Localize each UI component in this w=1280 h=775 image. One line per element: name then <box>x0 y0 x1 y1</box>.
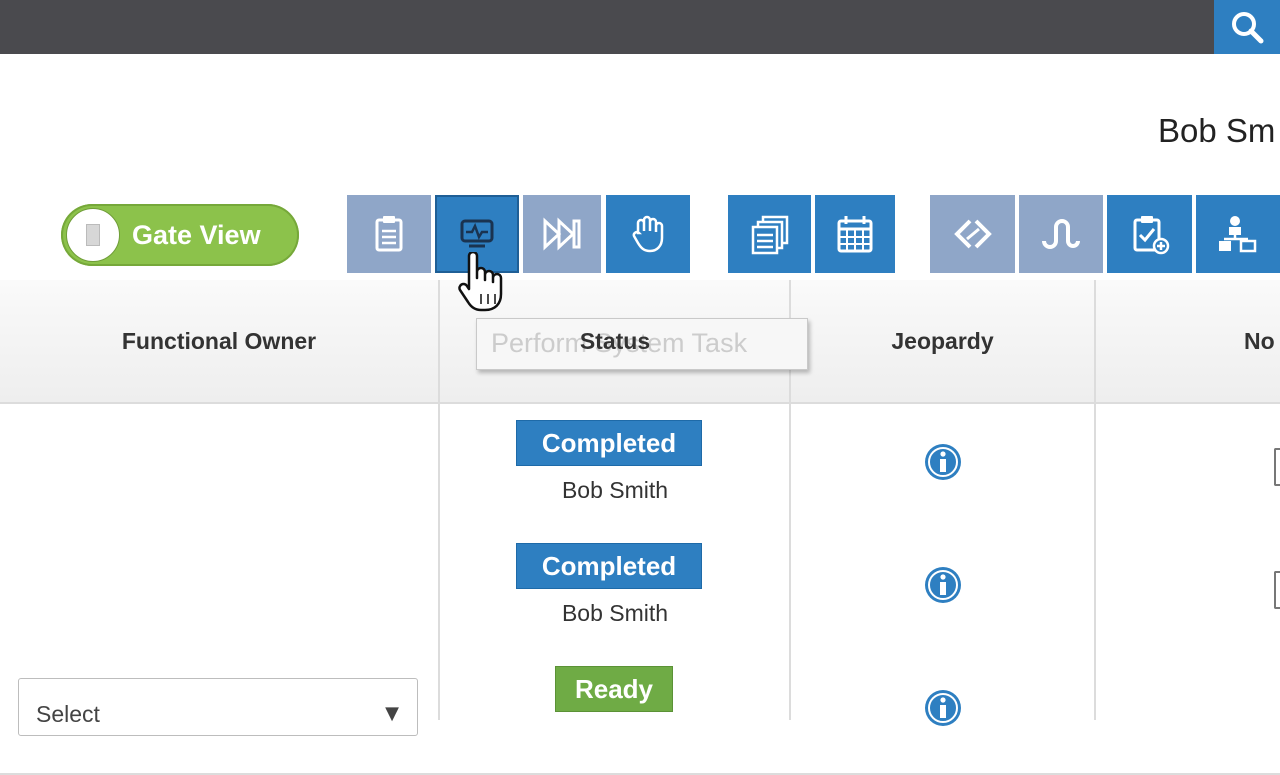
top-bar <box>0 0 1280 54</box>
row-checkbox[interactable] <box>1274 571 1280 609</box>
search-button[interactable] <box>1214 0 1280 54</box>
user-name[interactable]: Bob Sm <box>1158 112 1275 150</box>
add-checklist-button[interactable] <box>1107 195 1192 273</box>
diamond-flow-icon <box>953 219 992 249</box>
perform-system-task-icon <box>460 219 494 248</box>
search-icon <box>1232 12 1264 44</box>
diamond-flow-button[interactable] <box>930 195 1015 273</box>
tooltip: Perform System Task <box>476 318 808 370</box>
clipboard-add-icon <box>1133 216 1169 255</box>
functional-owner-select[interactable]: Select ▼ <box>18 678 418 736</box>
tooltip-text: Perform System Task <box>491 328 748 358</box>
wave-flow-button[interactable] <box>1019 195 1103 273</box>
column-header-next[interactable]: No <box>1244 280 1280 402</box>
table-row[interactable]: Select ▼ Ready <box>0 650 1280 775</box>
calendar-icon <box>837 216 873 253</box>
column-divider <box>1094 280 1096 720</box>
select-value: Select <box>36 701 100 727</box>
status-user: Bob Smith <box>561 477 669 503</box>
clipboard-icon <box>375 216 403 252</box>
column-header-jeopardy[interactable]: Jeopardy <box>790 280 1095 402</box>
gate-view-label: Gate View <box>132 219 261 250</box>
info-icon[interactable] <box>924 689 962 727</box>
skip-forward-icon <box>543 217 581 251</box>
skip-forward-button[interactable] <box>523 195 601 273</box>
wave-flow-icon <box>1042 219 1080 249</box>
dropdown-arrow-icon: ▼ <box>385 703 399 724</box>
hierarchy-button[interactable] <box>1196 195 1280 273</box>
hand-cursor-icon <box>458 252 503 312</box>
stacked-documents-icon <box>751 215 788 255</box>
documents-button[interactable] <box>728 195 811 273</box>
hold-button[interactable] <box>606 195 690 273</box>
column-header-functional-owner[interactable]: Functional Owner <box>0 280 438 402</box>
column-divider <box>438 280 440 720</box>
clipboard-button[interactable] <box>347 195 431 273</box>
status-badge: Completed <box>516 420 702 466</box>
hand-stop-icon <box>632 215 664 253</box>
table-row[interactable]: Completed Bob Smith <box>0 527 1280 652</box>
toggle-knob <box>66 208 120 262</box>
info-icon[interactable] <box>924 566 962 604</box>
row-checkbox[interactable] <box>1274 448 1280 486</box>
status-badge: Completed <box>516 543 702 589</box>
table-row[interactable]: Completed Bob Smith <box>0 404 1280 529</box>
info-icon[interactable] <box>924 443 962 481</box>
hierarchy-icon <box>1219 216 1257 253</box>
calendar-button[interactable] <box>815 195 895 273</box>
status-user: Bob Smith <box>561 600 669 626</box>
gate-view-toggle[interactable]: Gate View <box>61 204 299 266</box>
status-badge: Ready <box>555 666 673 712</box>
